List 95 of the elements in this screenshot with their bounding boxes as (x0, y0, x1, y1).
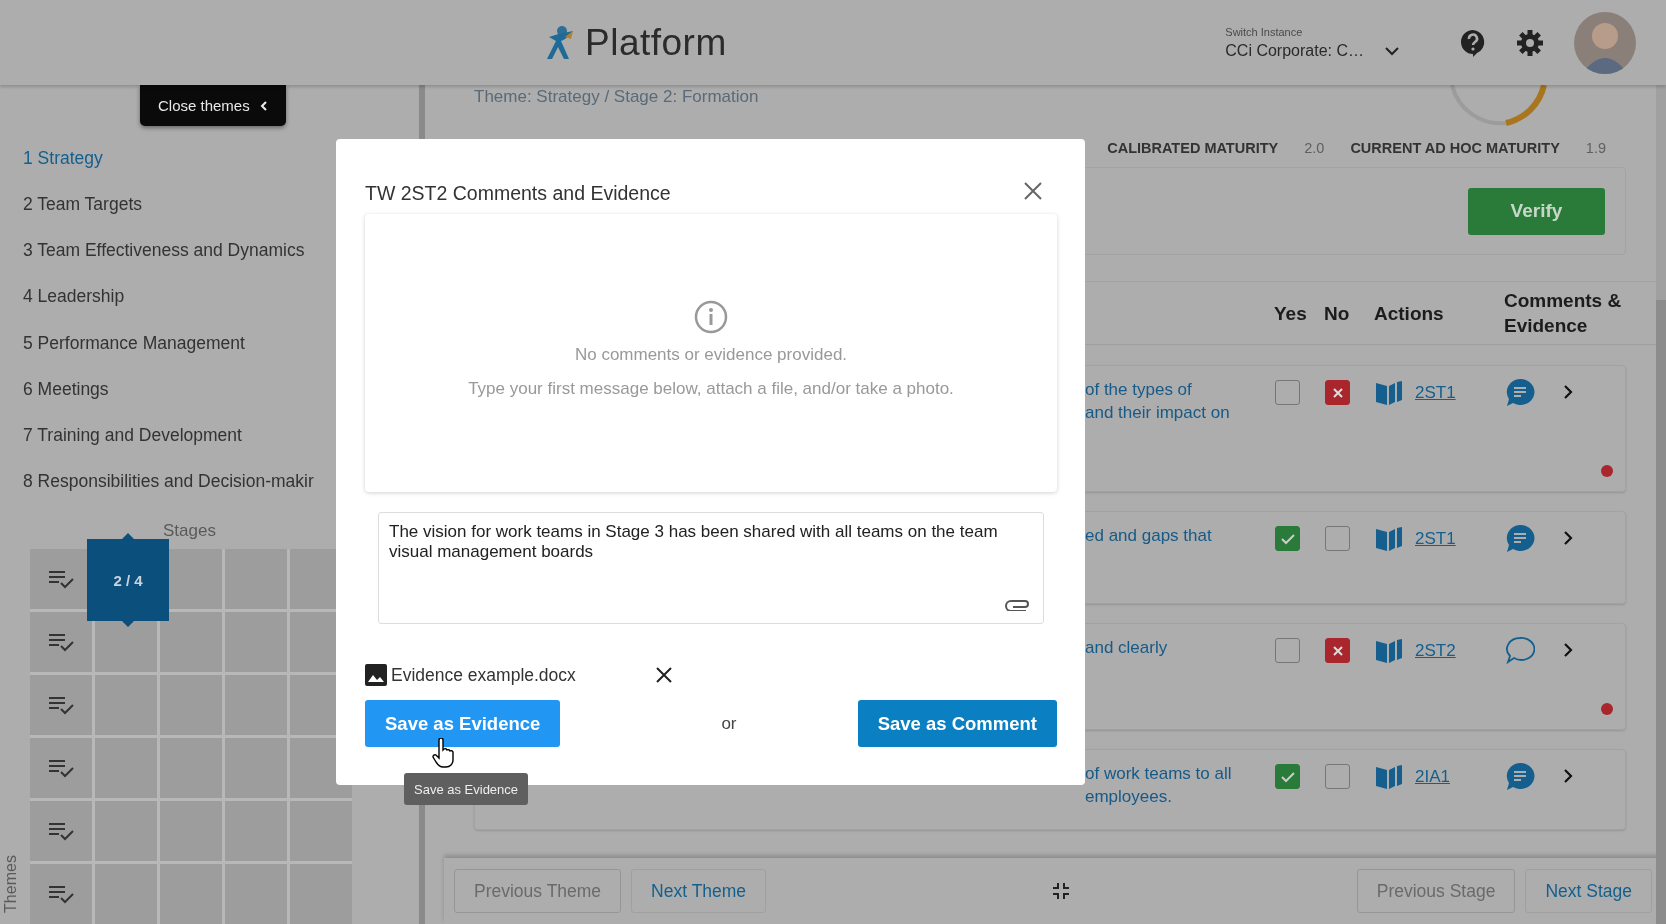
grid-cell (160, 864, 222, 924)
maturity-label: CURRENT AD HOC MATURITY (1350, 140, 1560, 156)
check-icon (1279, 770, 1296, 783)
save-evidence-button[interactable]: Save as Evidence (365, 700, 561, 747)
message-field[interactable]: The vision for work teams in Stage 3 has been shared with all teams on the team visual management boards (378, 512, 1044, 624)
book-icon[interactable] (1375, 764, 1403, 790)
attachment-name: Evidence example.docx (391, 664, 577, 686)
chevron-right-icon[interactable] (1563, 384, 1573, 400)
yes-checkbox[interactable] (1275, 638, 1300, 663)
action-link[interactable]: 2ST2 (1415, 641, 1456, 661)
chevron-right-icon[interactable] (1563, 768, 1573, 784)
grid-cell (95, 738, 157, 798)
checklist-icon (48, 695, 74, 715)
tooltip: Save as Evidence (404, 773, 529, 805)
question-text: ed and gaps that (1085, 525, 1213, 547)
yes-checkbox[interactable] (1275, 526, 1300, 551)
question-text: and clearly (1085, 637, 1169, 659)
instance-label: Switch Instance (1225, 25, 1304, 38)
maturity-value: 1.9 (1585, 140, 1606, 156)
chevron-left-icon (259, 99, 268, 112)
grid-cell (160, 738, 222, 798)
grid-cell (225, 549, 287, 609)
x-icon (1331, 644, 1344, 657)
save-comment-button[interactable]: Save as Comment (857, 700, 1057, 747)
image-icon (365, 664, 387, 686)
grid-cell (225, 864, 287, 924)
grid-cell (160, 675, 222, 735)
question-text: and their impact on (1085, 402, 1231, 424)
yes-checkbox[interactable] (1275, 380, 1300, 405)
empty-title: No comments or evidence provided. (574, 344, 848, 366)
grid-cell (225, 738, 287, 798)
breadcrumb: Theme: Strategy / Stage 2: Formation (474, 87, 759, 107)
checklist-icon (48, 569, 74, 589)
themes-axis-label: Themes (1, 855, 20, 913)
dialog-title: TW 2ST2 Comments and Evidence (365, 181, 671, 205)
no-checkbox[interactable] (1325, 380, 1350, 405)
grid-cell (225, 675, 287, 735)
book-icon[interactable] (1375, 638, 1403, 664)
grid-cell (95, 864, 157, 924)
column-header: Actions (1374, 301, 1445, 326)
scrollbar[interactable] (1656, 85, 1666, 924)
question-text: employees. (1085, 786, 1173, 808)
brand-name: Platform (585, 21, 727, 64)
book-icon[interactable] (1375, 526, 1403, 552)
logo-icon (545, 24, 575, 61)
settings-icon[interactable] (1516, 28, 1544, 57)
remove-attachment-button[interactable] (655, 666, 673, 684)
maturity-value: 2.0 (1304, 140, 1325, 156)
book-icon[interactable] (1375, 380, 1403, 406)
action-link[interactable]: 2IA1 (1415, 767, 1450, 787)
grid-cell (225, 801, 287, 861)
grid-cell (160, 612, 222, 672)
no-checkbox[interactable] (1325, 526, 1350, 551)
column-header: Comments & Evidence (1504, 289, 1623, 338)
comment-icon[interactable] (1505, 636, 1535, 665)
column-header: Yes (1274, 301, 1308, 326)
paperclip-icon[interactable] (1005, 597, 1031, 611)
question-text: of the types of (1085, 379, 1193, 401)
instance-select[interactable]: CCi Corporate: C… (1225, 41, 1364, 60)
chevron-down-icon[interactable] (1384, 45, 1400, 56)
checklist-icon (48, 821, 74, 841)
verify-button[interactable]: Verify (1468, 187, 1605, 235)
comment-icon[interactable] (1505, 762, 1535, 791)
action-link[interactable]: 2ST1 (1415, 529, 1456, 549)
stage-nav-button[interactable]: Next Stage (1525, 869, 1652, 913)
maturity-label: CALIBRATED MATURITY (1107, 140, 1279, 156)
no-checkbox[interactable] (1325, 764, 1350, 789)
comment-icon[interactable] (1505, 524, 1535, 553)
no-checkbox[interactable] (1325, 638, 1350, 663)
check-icon (1279, 532, 1296, 545)
checklist-icon (48, 632, 74, 652)
collapse-icon[interactable] (1052, 882, 1071, 900)
comment-icon[interactable] (1505, 378, 1535, 407)
grid-cell (290, 801, 352, 861)
x-icon (1331, 386, 1344, 399)
grid-cell (290, 864, 352, 924)
grid-cell (95, 675, 157, 735)
grid-cell (95, 801, 157, 861)
checklist-icon (48, 758, 74, 778)
yes-checkbox[interactable] (1275, 764, 1300, 789)
close-themes-button[interactable]: Close themes (140, 85, 286, 126)
chevron-right-icon[interactable] (1563, 530, 1573, 546)
empty-hint: Type your first message below, attach a file, and/or take a photo. (468, 378, 954, 400)
grid-cell (160, 801, 222, 861)
column-header: No (1324, 301, 1351, 326)
theme-nav-button[interactable]: Next Theme (631, 869, 767, 913)
action-link[interactable]: 2ST1 (1415, 383, 1456, 403)
checklist-icon (48, 884, 74, 904)
grid-cell (225, 612, 287, 672)
question-text: of work teams to all (1085, 763, 1233, 785)
or-label: or (721, 713, 737, 734)
help-icon[interactable] (1460, 28, 1486, 57)
chevron-right-icon[interactable] (1563, 642, 1573, 658)
info-icon (694, 300, 728, 334)
hand-cursor-icon (432, 738, 456, 768)
